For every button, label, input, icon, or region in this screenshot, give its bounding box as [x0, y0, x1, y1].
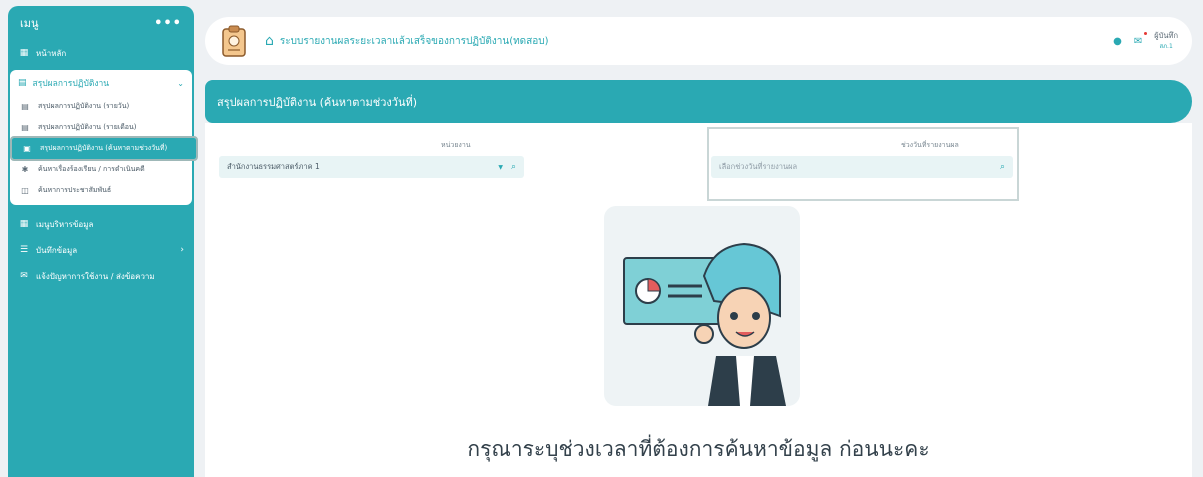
sidebar-item-label: สรุปผลการปฏิบัติงาน (ค้นหาตามช่วงวันที่): [40, 144, 168, 152]
sidebar-item-label: สรุปผลการปฏิบัติงาน (รายเดือน): [38, 123, 137, 131]
sidebar-item-label: สรุปผลการปฏิบัติงาน (รายวัน): [38, 102, 130, 110]
bell-icon[interactable]: ●: [1113, 36, 1122, 47]
date-range-label: ช่วงวันที่รายงานผล: [901, 141, 959, 149]
user-menu[interactable]: ผู้บันทึก สภ.1: [1154, 30, 1178, 52]
list-icon: ☰: [19, 245, 29, 255]
calendar-icon: ▤: [18, 78, 27, 88]
sidebar-group-summary-toggle[interactable]: ▤ สรุปผลการปฏิบัติงาน ⌄: [10, 70, 192, 96]
top-header: ⌂ ระบบรายงานผลระยะเวลาแล้วเสร็จของการปฏิ…: [205, 17, 1192, 65]
sidebar-header: เมนู •••: [8, 6, 194, 40]
date-range-input[interactable]: เลือกช่วงวันที่รายงานผล ⌕: [711, 156, 1013, 178]
person-icon: ✱: [21, 165, 29, 174]
sidebar-item-label: เมนูบริหารข้อมูล: [36, 219, 94, 229]
user-role: สภ.1: [1159, 43, 1173, 50]
sidebar: เมนู ••• ▦ หน้าหลัก ▤ สรุปผลการปฏิบัติงา…: [8, 6, 198, 477]
dashboard-icon: ▦: [19, 48, 29, 58]
chevron-down-icon: ⌄: [177, 78, 184, 88]
message-icon: ✉: [20, 271, 28, 281]
presenter-illustration: [623, 242, 786, 406]
empty-state-message: กรุณาระบุช่วงเวลาที่ต้องการค้นหาข้อมูล ก…: [467, 437, 930, 461]
user-name: ผู้บันทึก: [1154, 31, 1178, 40]
sidebar-item-label: บันทึกข้อมูล: [36, 245, 78, 255]
calendar-icon: ▤: [21, 123, 29, 132]
sidebar-item-label: หน้าหลัก: [36, 48, 67, 58]
header-actions: ● ✉ ผู้บันทึก สภ.1: [1113, 30, 1178, 52]
home-icon[interactable]: ⌂: [265, 33, 274, 49]
more-icon[interactable]: •••: [154, 16, 182, 31]
date-range-placeholder: เลือกช่วงวันที่รายงานผล: [719, 162, 798, 171]
app-title: ระบบรายงานผลระยะเวลาแล้วเสร็จของการปฏิบั…: [279, 35, 549, 47]
clipboard-logo-icon: [222, 25, 246, 57]
sidebar-item-manage-data[interactable]: ▦ เมนูบริหารข้อมูล: [8, 211, 194, 237]
unit-label: หน่วยงาน: [441, 141, 471, 149]
sidebar-item-monthly[interactable]: ▤ สรุปผลการปฏิบัติงาน (รายเดือน): [10, 117, 192, 138]
unit-select-value: สำนักงานธรรมศาสตร์ภาค 1: [227, 162, 320, 171]
sidebar-item-label: ค้นหาเรื่องร้องเรียน / การดำเนินคดี: [38, 165, 145, 173]
sidebar-group-summary: ▤ สรุปผลการปฏิบัติงาน ⌄ ▤ สรุปผลการปฏิบั…: [10, 70, 198, 205]
chevron-right-icon: ›: [180, 245, 184, 255]
caret-down-icon: ▼: [498, 163, 503, 171]
sidebar-item-label: แจ้งปัญหาการใช้งาน / ส่งข้อความ: [36, 271, 155, 281]
sidebar-item-daily[interactable]: ▤ สรุปผลการปฏิบัติงาน (รายวัน): [10, 96, 192, 117]
search-icon[interactable]: ⌕: [511, 162, 516, 172]
main-content: หน่วยงาน สำนักงานธรรมศาสตร์ภาค 1 ▼ ⌕ ช่ว…: [205, 123, 1192, 477]
page-title: สรุปผลการปฏิบัติงาน (ค้นหาตามช่วงวันที่): [217, 95, 418, 109]
sidebar-item-record[interactable]: ☰ บันทึกข้อมูล ›: [8, 237, 194, 263]
calendar-search-icon: ▣: [23, 144, 31, 153]
sidebar-item-label: ค้นหาการประชาสัมพันธ์: [38, 186, 112, 194]
mail-icon[interactable]: ✉: [1134, 31, 1148, 47]
sidebar-item-home[interactable]: ▦ หน้าหลัก: [8, 40, 194, 66]
sidebar-item-report-issue[interactable]: ✉ แจ้งปัญหาการใช้งาน / ส่งข้อความ: [8, 263, 194, 289]
search-icon[interactable]: ⌕: [1000, 162, 1005, 172]
sidebar-item-pr[interactable]: ◫ ค้นหาการประชาสัมพันธ์: [10, 180, 192, 201]
sidebar-title: เมนู: [20, 17, 39, 30]
sidebar-item-complaints[interactable]: ✱ ค้นหาเรื่องร้องเรียน / การดำเนินคดี: [10, 159, 192, 180]
megaphone-icon: ◫: [21, 186, 29, 195]
sidebar-group-label: สรุปผลการปฏิบัติงาน: [32, 79, 110, 89]
sidebar-item-date-range[interactable]: ▣ สรุปผลการปฏิบัติงาน (ค้นหาตามช่วงวันที…: [10, 136, 198, 161]
illustration: [604, 206, 800, 406]
notification-dot: [1144, 31, 1148, 35]
calendar-icon: ▤: [21, 102, 29, 111]
database-icon: ▦: [19, 219, 29, 229]
unit-select[interactable]: สำนักงานธรรมศาสตร์ภาค 1 ▼ ⌕: [219, 156, 524, 178]
page-title-bar: สรุปผลการปฏิบัติงาน (ค้นหาตามช่วงวันที่): [205, 80, 1192, 123]
